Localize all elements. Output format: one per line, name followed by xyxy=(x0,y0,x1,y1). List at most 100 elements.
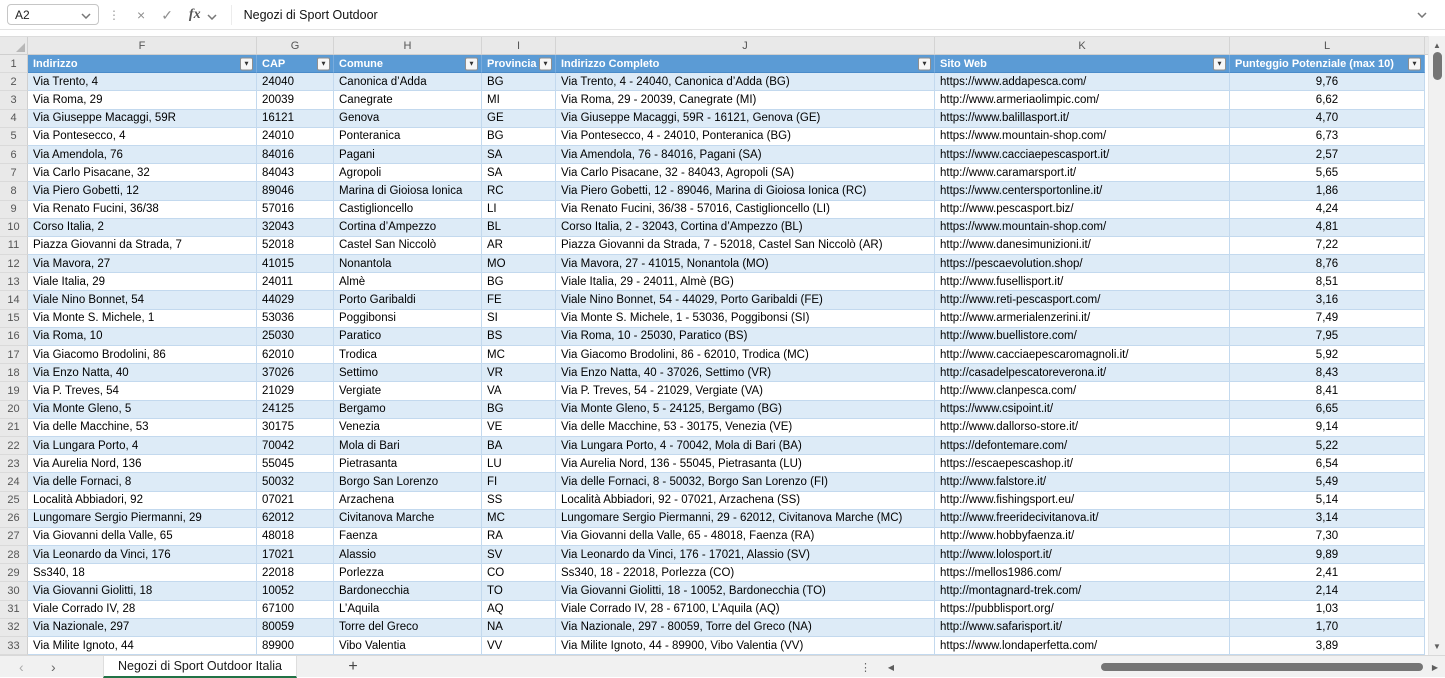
cell-G22[interactable]: 70042 xyxy=(257,436,334,456)
cell-K32[interactable]: http://www.safarisport.it/ xyxy=(935,618,1230,637)
cell-G4[interactable]: 16121 xyxy=(257,109,334,128)
cell-J2[interactable]: Via Trento, 4 - 24040, Canonica d’Adda (… xyxy=(556,73,935,92)
cell-K5[interactable]: https://www.mountain-shop.com/ xyxy=(935,127,1230,146)
cell-F23[interactable]: Via Aurelia Nord, 136 xyxy=(28,455,257,474)
cell-F17[interactable]: Via Giacomo Brodolini, 86 xyxy=(28,346,257,365)
cell-F6[interactable]: Via Amendola, 76 xyxy=(28,145,257,165)
cell-F25[interactable]: Località Abbiadori, 92 xyxy=(28,491,257,510)
cell-L15[interactable]: 7,49 xyxy=(1230,309,1425,328)
filter-button-I[interactable]: ▾ xyxy=(539,57,552,71)
cell-H21[interactable]: Venezia xyxy=(334,418,482,437)
cell-F2[interactable]: Via Trento, 4 xyxy=(28,73,257,92)
next-sheet-icon[interactable]: › xyxy=(51,656,56,677)
cell-K10[interactable]: https://www.mountain-shop.com/ xyxy=(935,218,1230,237)
cell-K14[interactable]: http://www.reti-pescasport.com/ xyxy=(935,291,1230,310)
cell-L33[interactable]: 3,89 xyxy=(1230,637,1425,656)
cell-L17[interactable]: 5,92 xyxy=(1230,346,1425,365)
cell-L31[interactable]: 1,03 xyxy=(1230,600,1425,619)
cell-G11[interactable]: 52018 xyxy=(257,236,334,256)
header-cell-K[interactable]: Sito Web ▾ xyxy=(935,55,1230,74)
cell-I15[interactable]: SI xyxy=(482,309,556,328)
cell-H29[interactable]: Porlezza xyxy=(334,564,482,583)
vertical-scrollbar-thumb[interactable] xyxy=(1432,52,1442,80)
cell-G33[interactable]: 89900 xyxy=(257,637,334,656)
cell-H4[interactable]: Genova xyxy=(334,109,482,128)
cell-H12[interactable]: Nonantola xyxy=(334,255,482,274)
cell-F24[interactable]: Via delle Fornaci, 8 xyxy=(28,473,257,492)
cell-J18[interactable]: Via Enzo Natta, 40 - 37026, Settimo (VR) xyxy=(556,364,935,383)
cell-I10[interactable]: BL xyxy=(482,218,556,237)
cell-H5[interactable]: Ponteranica xyxy=(334,127,482,146)
row-header-11[interactable]: 11 xyxy=(0,236,28,256)
cell-F15[interactable]: Via Monte S. Michele, 1 xyxy=(28,309,257,328)
cell-K9[interactable]: http://www.pescasport.biz/ xyxy=(935,200,1230,219)
horizontal-scrollbar-thumb[interactable] xyxy=(1101,663,1423,671)
cell-G15[interactable]: 53036 xyxy=(257,309,334,328)
cell-G9[interactable]: 57016 xyxy=(257,200,334,219)
cell-K29[interactable]: https://mellos1986.com/ xyxy=(935,564,1230,583)
row-header-26[interactable]: 26 xyxy=(0,509,28,528)
cell-L4[interactable]: 4,70 xyxy=(1230,109,1425,128)
cell-G20[interactable]: 24125 xyxy=(257,400,334,419)
cell-I19[interactable]: VA xyxy=(482,382,556,401)
cell-L13[interactable]: 8,51 xyxy=(1230,273,1425,292)
scroll-down-icon[interactable]: ▼ xyxy=(1429,640,1445,652)
cell-I2[interactable]: BG xyxy=(482,73,556,92)
cell-I33[interactable]: VV xyxy=(482,637,556,656)
cell-I3[interactable]: MI xyxy=(482,91,556,110)
cell-F21[interactable]: Via delle Macchine, 53 xyxy=(28,418,257,437)
cell-J29[interactable]: Ss340, 18 - 22018, Porlezza (CO) xyxy=(556,564,935,583)
cell-L30[interactable]: 2,14 xyxy=(1230,582,1425,601)
cell-K16[interactable]: http://www.buellistore.com/ xyxy=(935,327,1230,346)
cell-H2[interactable]: Canonica d’Adda xyxy=(334,73,482,92)
cell-J22[interactable]: Via Lungara Porto, 4 - 70042, Mola di Ba… xyxy=(556,436,935,456)
cell-H28[interactable]: Alassio xyxy=(334,546,482,565)
row-header-27[interactable]: 27 xyxy=(0,527,28,547)
cell-H16[interactable]: Paratico xyxy=(334,327,482,346)
cell-K33[interactable]: https://www.londaperfetta.com/ xyxy=(935,637,1230,656)
cell-K18[interactable]: http://casadelpescatoreverona.it/ xyxy=(935,364,1230,383)
enter-icon[interactable]: ✓ xyxy=(161,8,173,22)
cell-J13[interactable]: Viale Italia, 29 - 24011, Almè (BG) xyxy=(556,273,935,292)
cell-H32[interactable]: Torre del Greco xyxy=(334,618,482,637)
cell-J4[interactable]: Via Giuseppe Macaggi, 59R - 16121, Genov… xyxy=(556,109,935,128)
scroll-left-icon[interactable]: ◀ xyxy=(884,656,898,678)
cell-I16[interactable]: BS xyxy=(482,327,556,346)
cell-F3[interactable]: Via Roma, 29 xyxy=(28,91,257,110)
cell-K11[interactable]: http://www.danesimunizioni.it/ xyxy=(935,236,1230,256)
cell-H25[interactable]: Arzachena xyxy=(334,491,482,510)
cell-G18[interactable]: 37026 xyxy=(257,364,334,383)
cell-G24[interactable]: 50032 xyxy=(257,473,334,492)
cell-H19[interactable]: Vergiate xyxy=(334,382,482,401)
cell-I9[interactable]: LI xyxy=(482,200,556,219)
cell-I13[interactable]: BG xyxy=(482,273,556,292)
cell-I30[interactable]: TO xyxy=(482,582,556,601)
cell-F28[interactable]: Via Leonardo da Vinci, 176 xyxy=(28,546,257,565)
cell-F26[interactable]: Lungomare Sergio Piermanni, 29 xyxy=(28,509,257,528)
cell-G16[interactable]: 25030 xyxy=(257,327,334,346)
cell-K22[interactable]: https://defontemare.com/ xyxy=(935,436,1230,456)
header-cell-I[interactable]: Provincia ▾ xyxy=(482,55,556,74)
cell-G2[interactable]: 24040 xyxy=(257,73,334,92)
filter-button-L[interactable]: ▾ xyxy=(1408,57,1421,71)
cell-J28[interactable]: Via Leonardo da Vinci, 176 - 17021, Alas… xyxy=(556,546,935,565)
cell-G30[interactable]: 10052 xyxy=(257,582,334,601)
cell-H26[interactable]: Civitanova Marche xyxy=(334,509,482,528)
cell-F31[interactable]: Viale Corrado IV, 28 xyxy=(28,600,257,619)
cell-K15[interactable]: http://www.armerialenzerini.it/ xyxy=(935,309,1230,328)
cell-L16[interactable]: 7,95 xyxy=(1230,327,1425,346)
row-header-9[interactable]: 9 xyxy=(0,200,28,219)
vertical-scrollbar[interactable]: ▲ ▼ xyxy=(1428,36,1445,655)
cell-J27[interactable]: Via Giovanni della Valle, 65 - 48018, Fa… xyxy=(556,527,935,547)
formula-bar-expand-icon[interactable] xyxy=(1405,4,1439,25)
previous-sheet-icon[interactable]: ‹ xyxy=(19,656,24,677)
cell-J12[interactable]: Via Mavora, 27 - 41015, Nonantola (MO) xyxy=(556,255,935,274)
cell-J3[interactable]: Via Roma, 29 - 20039, Canegrate (MI) xyxy=(556,91,935,110)
cell-I22[interactable]: BA xyxy=(482,436,556,456)
cell-K31[interactable]: https://pubblisport.org/ xyxy=(935,600,1230,619)
cell-H14[interactable]: Porto Garibaldi xyxy=(334,291,482,310)
cell-L23[interactable]: 6,54 xyxy=(1230,455,1425,474)
cell-F9[interactable]: Via Renato Fucini, 36/38 xyxy=(28,200,257,219)
cell-K24[interactable]: http://www.falstore.it/ xyxy=(935,473,1230,492)
cell-H24[interactable]: Borgo San Lorenzo xyxy=(334,473,482,492)
